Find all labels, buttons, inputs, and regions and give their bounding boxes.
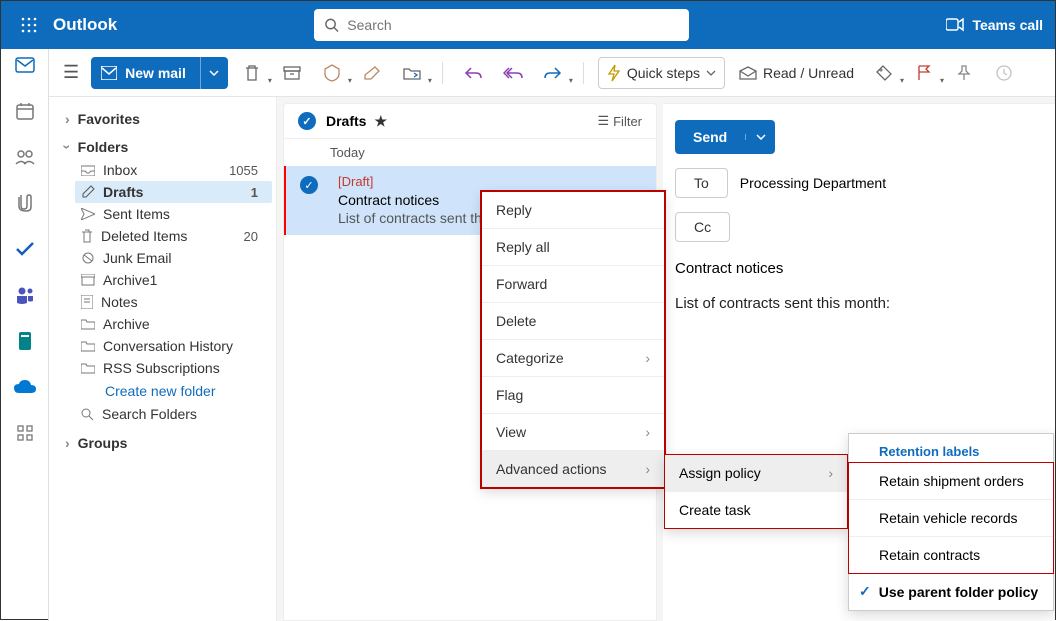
read-unread-button[interactable]: Read / Unread [733,65,860,81]
people-icon[interactable] [15,147,35,167]
bookings-icon[interactable] [17,331,33,351]
folder-junk[interactable]: Junk Email [75,247,272,269]
quick-steps-button[interactable]: Quick steps [598,57,725,89]
titlebar: Outlook Teams call [1,1,1055,49]
sweep-icon[interactable] [356,57,388,89]
context-menu: Reply Reply all Forward Delete Categoriz… [481,191,665,488]
delete-icon[interactable]: ▾ [236,57,268,89]
folder-drafts[interactable]: Drafts1 [75,181,272,203]
left-rail [1,49,49,621]
list-header: ✓ Drafts ★ ☰Filter [284,104,656,139]
ctx-reply[interactable]: Reply [482,192,664,229]
select-all-icon[interactable]: ✓ [298,112,316,130]
ribbon-toolbar: ☰ New mail ▾ ▾ ▾ ▾ Quick steps Read / U [49,49,1055,97]
hamburger-icon[interactable]: ☰ [59,58,83,87]
todo-icon[interactable] [16,239,34,259]
body-text[interactable]: List of contracts sent this month: [675,295,1043,312]
forward-icon[interactable]: ▾ [537,57,569,89]
groups-section[interactable]: ›Groups [53,431,272,455]
teams-call-button[interactable]: Teams call [946,17,1043,33]
search-icon [324,17,339,33]
move-icon[interactable]: ▾ [396,57,428,89]
assign-policy-submenu: Retention labels Retain shipment orders … [848,433,1054,611]
ctx-flag[interactable]: Flag [482,377,664,414]
folder-conv-history[interactable]: Conversation History [75,335,272,357]
sm-assign-policy[interactable]: Assign policy› [665,455,847,492]
files-icon[interactable] [17,193,33,213]
check-icon: ✓ [859,583,871,600]
draft-tag: [Draft] [338,174,508,191]
cc-button[interactable]: Cc [675,212,730,242]
new-mail-button[interactable]: New mail [91,57,228,89]
search-box[interactable] [314,9,689,41]
group-today: Today [284,139,656,166]
folder-deleted[interactable]: Deleted Items20 [75,225,272,247]
retention-label-item[interactable]: Retain shipment orders [849,463,1053,500]
folder-archive[interactable]: Archive [75,313,272,335]
app-launcher-icon[interactable] [13,13,45,37]
folder-sent[interactable]: Sent Items [75,203,272,225]
use-parent-folder-policy[interactable]: ✓ Use parent folder policy [849,573,1053,610]
folders-section[interactable]: ›Folders [53,135,272,159]
ctx-reply-all[interactable]: Reply all [482,229,664,266]
filter-button[interactable]: ☰Filter [597,113,642,129]
folder-notes[interactable]: Notes [75,291,272,313]
to-button[interactable]: To [675,168,728,198]
send-button[interactable]: Send [675,120,775,154]
ctx-view[interactable]: View› [482,414,664,451]
send-dropdown[interactable] [745,134,775,140]
mail-icon [101,66,117,80]
retention-label-item[interactable]: Retain contracts [849,537,1053,573]
folder-archive1[interactable]: Archive1 [75,269,272,291]
subject-field[interactable]: Contract notices [675,260,1043,277]
more-apps-icon[interactable] [17,423,33,443]
teams-icon[interactable] [15,285,35,305]
search-input[interactable] [347,17,679,33]
reply-icon[interactable] [457,57,489,89]
favorites-section[interactable]: ›Favorites [53,107,272,131]
to-value: Processing Department [740,175,886,191]
app-name: Outlook [53,15,117,35]
star-icon[interactable]: ★ [374,113,387,130]
folder-inbox[interactable]: Inbox1055 [75,159,272,181]
reply-all-icon[interactable] [497,57,529,89]
sm-create-task[interactable]: Create task [665,492,847,528]
onedrive-icon[interactable] [14,377,36,397]
search-folders[interactable]: Search Folders [75,403,272,425]
new-mail-dropdown[interactable] [200,57,228,89]
ctx-advanced-actions[interactable]: Advanced actions› [482,451,664,487]
pin-icon[interactable] [948,57,980,89]
advanced-actions-submenu: Assign policy› Create task [664,454,848,529]
video-icon [946,18,964,32]
message-select-icon[interactable]: ✓ [300,176,318,194]
retention-labels-header: Retention labels [849,434,1053,463]
calendar-icon[interactable] [16,101,34,121]
flag-icon[interactable]: ▾ [908,57,940,89]
list-folder-name: Drafts [326,113,366,129]
folder-rss[interactable]: RSS Subscriptions [75,357,272,379]
create-new-folder[interactable]: Create new folder [75,383,272,399]
lightning-icon [607,64,621,82]
mail-icon[interactable] [15,55,35,75]
ctx-delete[interactable]: Delete [482,303,664,340]
ctx-forward[interactable]: Forward [482,266,664,303]
snooze-icon[interactable] [988,57,1020,89]
folder-pane: ›Favorites ›Folders Inbox1055 Drafts1 Se… [49,97,277,621]
retention-label-item[interactable]: Retain vehicle records [849,500,1053,537]
report-icon[interactable]: ▾ [316,57,348,89]
archive-icon[interactable] [276,57,308,89]
ctx-categorize[interactable]: Categorize› [482,340,664,377]
tag-icon[interactable]: ▾ [868,57,900,89]
envelope-open-icon [739,66,757,80]
